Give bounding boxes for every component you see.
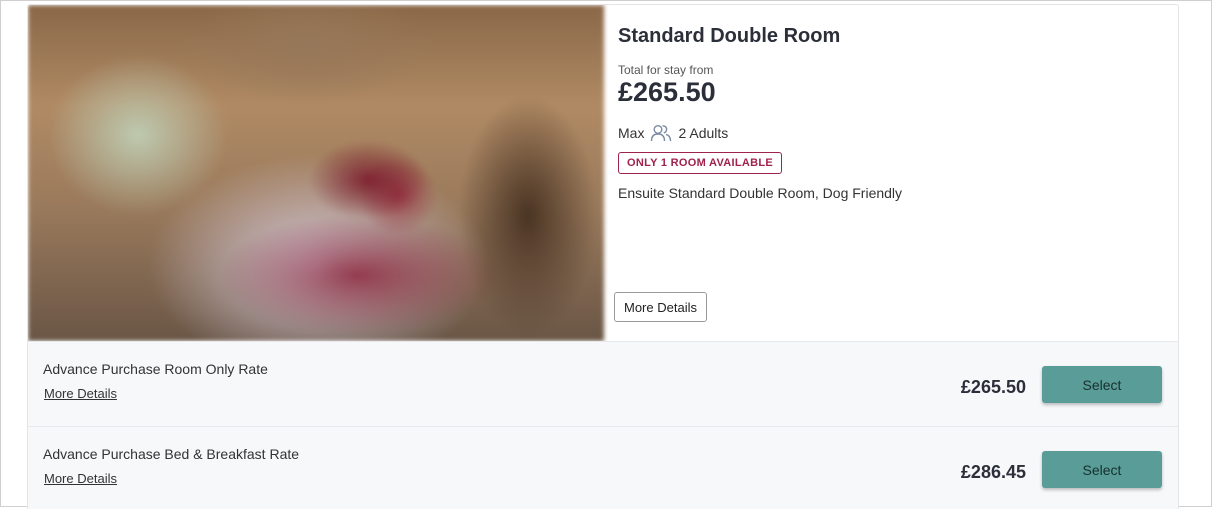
rate-name: Advance Purchase Bed & Breakfast Rate <box>43 446 300 462</box>
people-icon <box>651 125 672 142</box>
select-button[interactable]: Select <box>1042 366 1162 403</box>
occupancy-value: 2 Adults <box>678 125 729 141</box>
rate-price: £286.45 <box>960 462 1026 482</box>
rate-more-details-link[interactable]: More Details <box>44 471 117 486</box>
availability-badge: ONLY 1 ROOM AVAILABLE <box>618 152 783 174</box>
rate-row: Advance Purchase Bed & Breakfast Rate Mo… <box>28 426 1178 509</box>
rate-name: Advance Purchase Room Only Rate <box>43 361 268 377</box>
page-frame: Standard Double Room Total for stay from… <box>0 0 1212 509</box>
max-label: Max <box>618 125 645 141</box>
rate-more-details-link[interactable]: More Details <box>44 386 117 401</box>
occupancy: Max 2 Adults <box>618 124 728 142</box>
price-label: Total for stay from <box>618 63 714 77</box>
room-card: Standard Double Room Total for stay from… <box>27 4 1179 509</box>
rate-row: Advance Purchase Room Only Rate More Det… <box>28 341 1178 426</box>
room-photo[interactable] <box>28 5 604 341</box>
room-title: Standard Double Room <box>618 25 841 47</box>
more-details-button[interactable]: More Details <box>614 292 707 322</box>
room-description: Ensuite Standard Double Room, Dog Friend… <box>618 185 903 201</box>
rate-price: £265.50 <box>960 377 1026 397</box>
select-button[interactable]: Select <box>1042 451 1162 488</box>
room-price: £265.50 <box>618 77 716 107</box>
room-info: Standard Double Room Total for stay from… <box>614 5 1178 341</box>
